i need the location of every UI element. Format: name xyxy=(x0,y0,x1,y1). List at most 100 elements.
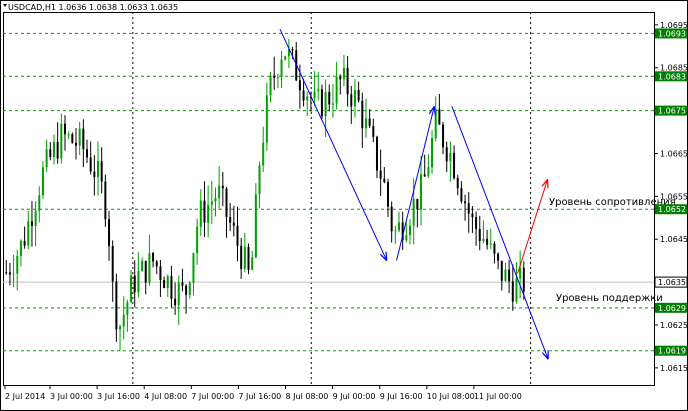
candle-body xyxy=(420,174,423,210)
candle-body xyxy=(438,109,441,125)
candle-body xyxy=(210,201,213,205)
candle-body xyxy=(456,178,459,189)
candle-body xyxy=(196,226,199,254)
candle-body xyxy=(298,80,301,91)
level-badge-label: 1.0652 xyxy=(658,205,686,214)
x-tick-label: 9 Jul 00:00 xyxy=(333,392,376,401)
candle-body xyxy=(41,167,44,196)
x-tick-label: 7 Jul 00:00 xyxy=(191,392,234,401)
candle-body xyxy=(427,167,430,177)
candle-body xyxy=(38,195,41,211)
candle-body xyxy=(486,238,489,245)
candle-body xyxy=(320,89,323,117)
candle-body xyxy=(163,280,166,289)
candle-body xyxy=(482,238,485,242)
candle-body xyxy=(159,266,162,281)
candle-body xyxy=(45,149,48,168)
candle-body xyxy=(60,123,63,159)
candle-body xyxy=(313,91,316,99)
candle-body xyxy=(97,161,100,178)
candle-body xyxy=(291,48,294,51)
candle-body xyxy=(339,77,342,80)
candle-body xyxy=(390,206,393,232)
candle-body xyxy=(361,100,364,129)
candle-body xyxy=(19,240,22,256)
x-tick-label: 7 Jul 16:00 xyxy=(238,392,281,401)
candle-body xyxy=(111,246,114,282)
candle-body xyxy=(166,276,169,289)
candle-body xyxy=(130,275,133,303)
candle-body xyxy=(74,142,77,146)
candle-body xyxy=(460,188,463,202)
candle-body xyxy=(412,198,415,226)
candle-body xyxy=(372,126,375,137)
candle-body xyxy=(177,282,180,306)
candle-body xyxy=(511,281,514,302)
candle-body xyxy=(375,136,378,171)
candle-body xyxy=(152,252,155,262)
candle-body xyxy=(416,198,419,210)
x-tick-label: 10 Jul 08:00 xyxy=(427,392,475,401)
candle-body xyxy=(269,75,272,96)
level-badge-label: 1.0629 xyxy=(658,304,686,313)
candle-body xyxy=(409,225,412,236)
candle-body xyxy=(122,314,125,327)
candle-body xyxy=(82,128,85,150)
candle-body xyxy=(137,270,140,293)
level-badge-label: 1.0683 xyxy=(658,72,686,81)
candle-body xyxy=(229,216,232,223)
candle-body xyxy=(262,142,265,166)
y-tick-label: 1.0645 xyxy=(660,235,688,244)
candle-body xyxy=(23,240,26,246)
candle-body xyxy=(342,67,345,80)
candle-body xyxy=(394,230,397,232)
candle-body xyxy=(188,282,191,295)
candle-body xyxy=(273,75,276,78)
candle-body xyxy=(522,267,525,292)
candle-body xyxy=(174,298,177,306)
chart-header: USDCAD,H1 1.0636 1.0638 1.0633 1.0635 xyxy=(8,3,178,12)
candle-body xyxy=(251,257,254,270)
chart: USDCAD,H1 1.0636 1.0638 1.0633 1.0635 1.0… xyxy=(0,0,688,411)
candle-body xyxy=(247,247,250,270)
candle-body xyxy=(100,161,103,182)
candle-body xyxy=(302,90,305,101)
candle-body xyxy=(383,178,386,183)
chart-svg: USDCAD,H1 1.0636 1.0638 1.0633 1.0635 1.0… xyxy=(0,0,688,411)
candle-body xyxy=(181,282,184,286)
candle-body xyxy=(471,213,474,218)
candle-body xyxy=(185,285,188,295)
candle-body xyxy=(386,182,389,207)
candle-body xyxy=(108,219,111,247)
candle-body xyxy=(364,118,367,129)
x-tick-label: 9 Jul 16:00 xyxy=(380,392,423,401)
candle-body xyxy=(119,326,122,330)
support-label: Уровень поддержки xyxy=(556,293,663,304)
candle-body xyxy=(423,174,426,177)
candle-body xyxy=(331,103,334,105)
candle-body xyxy=(148,252,151,283)
candle-body xyxy=(284,56,287,60)
candle-body xyxy=(52,142,55,158)
candle-body xyxy=(453,152,456,179)
candle-body xyxy=(221,185,224,189)
candle-body xyxy=(265,95,268,143)
candle-body xyxy=(431,138,434,168)
current-price-label: 1.0635 xyxy=(658,278,686,287)
candle-body xyxy=(86,149,89,158)
candle-body xyxy=(141,261,144,271)
candle-body xyxy=(368,118,371,127)
candle-body xyxy=(49,149,52,158)
candle-body xyxy=(170,276,173,299)
candle-body xyxy=(500,260,503,281)
candle-body xyxy=(63,123,66,135)
candle-body xyxy=(398,222,401,231)
candle-body xyxy=(478,229,481,242)
candle-body xyxy=(67,134,70,136)
candle-body xyxy=(350,94,353,107)
candle-body xyxy=(254,194,257,258)
candle-body xyxy=(214,198,217,202)
candle-body xyxy=(115,281,118,330)
candle-body xyxy=(493,243,496,254)
candle-body xyxy=(335,77,338,104)
